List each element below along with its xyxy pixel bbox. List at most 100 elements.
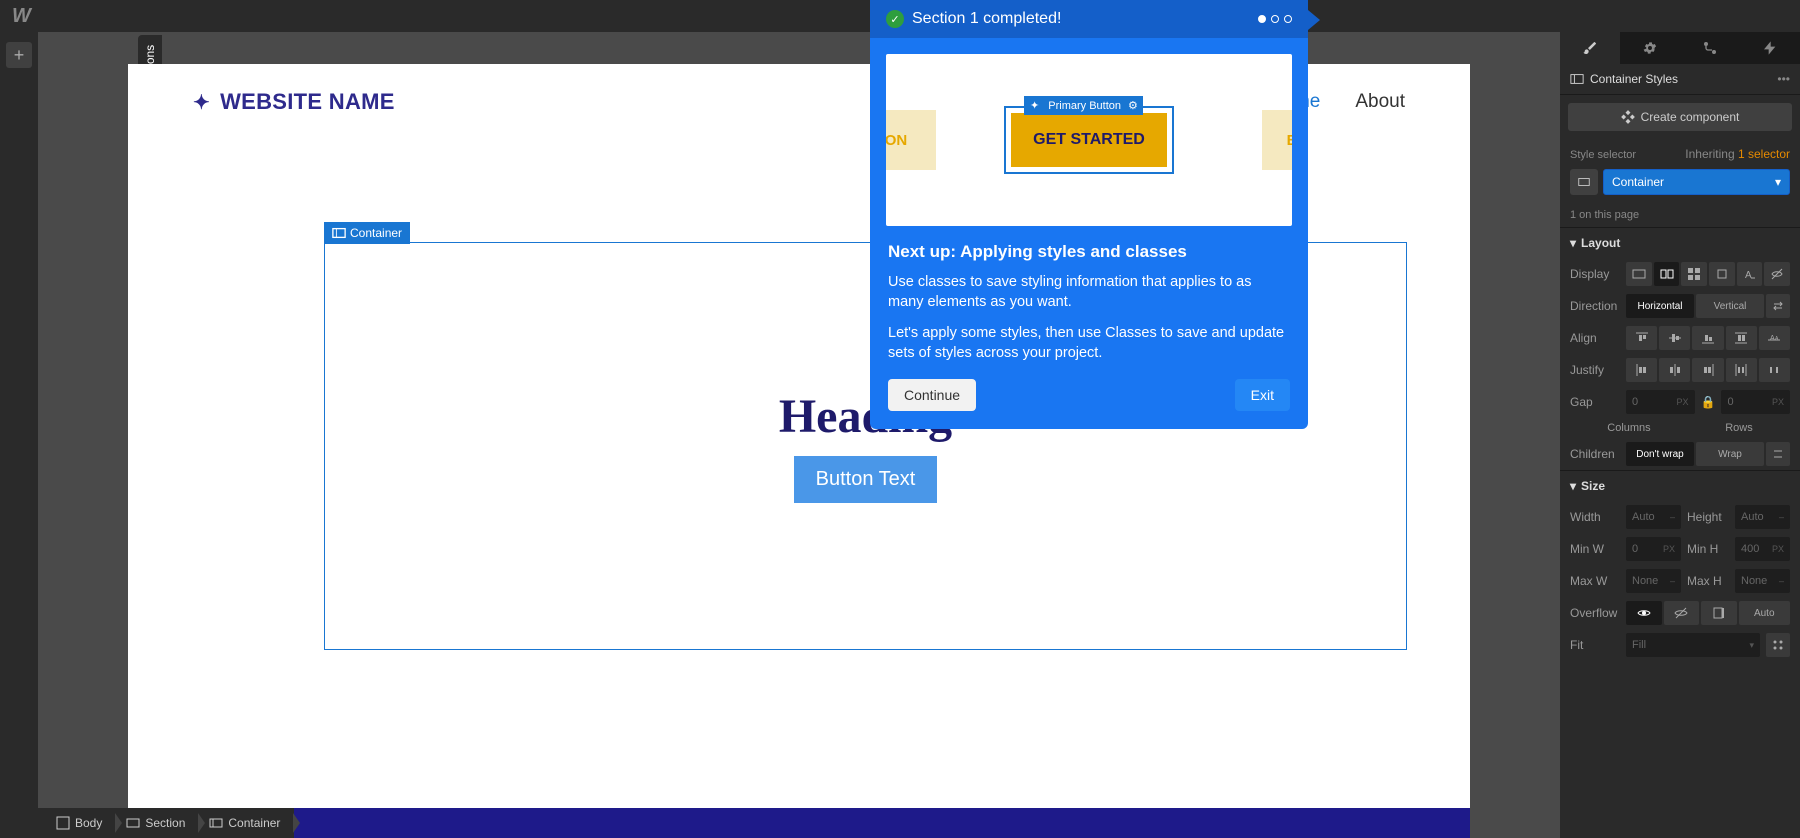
caret-down-icon: ▾ [1570,479,1576,493]
align-center-icon [1668,331,1682,345]
size-section-header[interactable]: ▾Size [1560,470,1800,501]
direction-reverse[interactable] [1766,294,1790,318]
display-flex[interactable] [1654,262,1680,286]
children-reverse[interactable] [1766,442,1790,466]
preview-gear-icon: ⚙ [1123,96,1143,115]
webflow-logo[interactable]: W [12,5,31,28]
preview-tag: ✦ Primary Button [1024,96,1127,115]
continue-button[interactable]: Continue [888,379,976,411]
crumb-section[interactable]: Section [116,810,199,836]
overflow-scroll[interactable] [1701,601,1737,625]
justify-between[interactable] [1726,358,1757,382]
class-selector[interactable]: Container▾ [1603,169,1790,195]
align-baseline[interactable]: AA [1759,326,1790,350]
maxh-label: Max H [1687,574,1729,588]
tab-style[interactable] [1560,32,1620,64]
fit-select[interactable]: Fill▾ [1626,633,1760,657]
display-inline[interactable]: A [1737,262,1763,286]
justify-start[interactable] [1626,358,1657,382]
align-stretch-icon [1734,331,1748,345]
display-block[interactable] [1626,262,1652,286]
inheriting-info[interactable]: Inheriting 1 selector [1685,147,1790,161]
state-selector-button[interactable] [1570,169,1598,195]
preview-right-button: BUT [1262,110,1292,170]
progress-dots [1258,15,1292,23]
align-stretch[interactable] [1726,326,1757,350]
popup-status: Section 1 completed! [912,10,1061,28]
tab-effects[interactable] [1740,32,1800,64]
svg-text:A: A [1745,270,1752,281]
layout-section-header[interactable]: ▾Layout [1560,227,1800,258]
width-label: Width [1570,510,1620,524]
minw-input[interactable]: 0PX [1626,537,1681,561]
align-start-icon [1635,331,1649,345]
sparkle-icon: ✦ [193,90,210,115]
maxw-label: Max W [1570,574,1620,588]
create-component-button[interactable]: Create component [1568,103,1792,131]
justify-end[interactable] [1692,358,1723,382]
panel-tabs [1560,32,1800,64]
inline-block-icon [1715,267,1729,281]
tab-settings[interactable] [1620,32,1680,64]
panel-title: Container Styles [1590,72,1678,86]
justify-center[interactable] [1659,358,1690,382]
preview-cta: GET STARTED [1011,113,1167,167]
overflow-auto[interactable]: Auto [1739,601,1791,625]
maxw-input[interactable]: None– [1626,569,1681,593]
height-input[interactable]: Auto– [1735,505,1790,529]
style-selector-label: Style selector [1570,149,1636,161]
gap-row-input[interactable]: 0PX [1721,390,1790,414]
crumb-container[interactable]: Container [199,810,294,836]
children-wrap[interactable]: Wrap [1696,442,1764,466]
width-input[interactable]: Auto– [1626,505,1681,529]
button-element[interactable]: Button Text [794,456,938,503]
nav-link-about[interactable]: About [1355,91,1405,113]
children-nowrap[interactable]: Don't wrap [1626,442,1694,466]
align-end[interactable] [1692,326,1723,350]
height-label: Height [1687,510,1729,524]
justify-around[interactable] [1759,358,1790,382]
align-center[interactable] [1659,326,1690,350]
interactions-icon [1702,40,1718,56]
container-icon [332,226,346,240]
position-icon [1771,638,1785,652]
align-baseline-icon: AA [1767,331,1781,345]
crumb-body[interactable]: Body [46,810,116,836]
instance-count: 1 on this page [1560,203,1800,227]
fit-position[interactable] [1766,633,1790,657]
style-panel: Container Styles ••• Create component St… [1560,32,1800,838]
dot-2 [1271,15,1279,23]
lock-icon[interactable]: 🔒 [1701,395,1716,409]
maxh-input[interactable]: None– [1735,569,1790,593]
direction-horizontal[interactable]: Horizontal [1626,294,1694,318]
brush-icon [1582,40,1598,56]
rows-label: Rows [1725,422,1753,434]
overflow-hidden[interactable] [1664,601,1700,625]
gap-col-input[interactable]: 0PX [1626,390,1695,414]
minh-input[interactable]: 400PX [1735,537,1790,561]
direction-label: Direction [1570,299,1620,313]
display-none[interactable] [1764,262,1790,286]
check-icon: ✓ [886,10,904,28]
align-end-icon [1701,331,1715,345]
popup-title: Next up: Applying styles and classes [870,242,1308,262]
container-icon [1570,72,1584,86]
add-element-button[interactable]: + [6,42,32,68]
inline-icon: A [1743,267,1757,281]
overflow-visible[interactable] [1626,601,1662,625]
element-tag-container[interactable]: Container [324,222,410,244]
more-icon[interactable]: ••• [1777,72,1790,86]
site-logo: ✦ WEBSITE NAME [193,89,395,115]
justify-end-icon [1701,363,1715,377]
tab-interactions[interactable] [1680,32,1740,64]
exit-button[interactable]: Exit [1235,379,1290,411]
display-grid[interactable] [1681,262,1707,286]
grid-icon [1687,267,1701,281]
gear-icon [1642,40,1658,56]
align-start[interactable] [1626,326,1657,350]
popup-paragraph-1: Use classes to save styling information … [870,272,1308,313]
direction-vertical[interactable]: Vertical [1696,294,1764,318]
bolt-icon [1762,40,1778,56]
display-inline-block[interactable] [1709,262,1735,286]
eye-icon [1637,606,1651,620]
